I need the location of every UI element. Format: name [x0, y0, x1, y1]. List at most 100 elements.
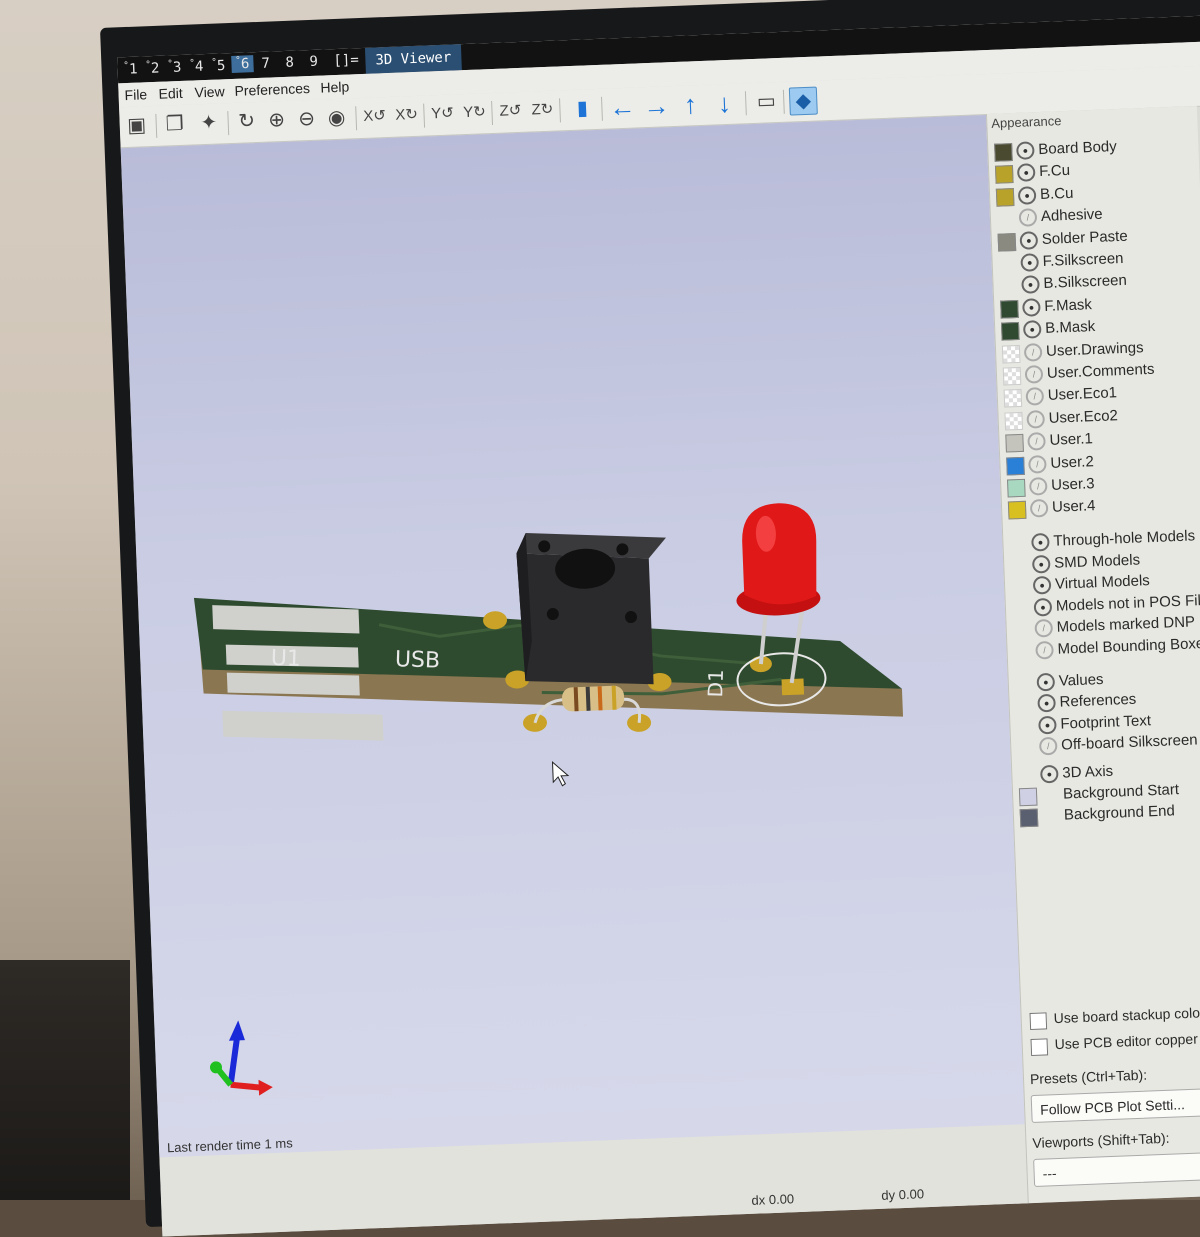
color-swatch[interactable]: [1019, 808, 1039, 828]
eye-hidden-icon[interactable]: /: [1035, 640, 1054, 660]
eye-hidden-icon[interactable]: /: [1026, 409, 1046, 429]
zoom-in-icon[interactable]: ⊕: [263, 107, 290, 134]
workspace-2[interactable]: °2: [145, 60, 159, 77]
workspace-8[interactable]: 8: [285, 55, 294, 71]
workspace-6[interactable]: °6: [231, 55, 254, 73]
menu-file[interactable]: File: [124, 86, 147, 103]
eye-icon[interactable]: ●: [1022, 297, 1041, 317]
eye-icon[interactable]: ●: [1033, 597, 1053, 617]
appearance-row[interactable]: / Model Bounding Boxes: [1013, 635, 1200, 661]
color-swatch[interactable]: [1007, 501, 1027, 520]
appearance-row[interactable]: / User.1: [1005, 430, 1093, 453]
eye-hidden-icon[interactable]: /: [1038, 736, 1058, 756]
workspace-4[interactable]: °4: [189, 58, 203, 75]
use-board-stackup-colors-checkbox[interactable]: [1029, 1012, 1048, 1031]
eye-icon[interactable]: ●: [1040, 764, 1059, 784]
appearance-icon[interactable]: ◆: [788, 86, 818, 116]
appearance-row[interactable]: ● F.Silkscreen: [998, 250, 1124, 274]
appearance-row[interactable]: / Adhesive: [997, 206, 1103, 229]
eye-hidden-icon[interactable]: /: [1023, 342, 1043, 362]
flip-board-icon[interactable]: ▮: [569, 95, 596, 122]
eye-hidden-icon[interactable]: /: [1027, 432, 1046, 451]
color-swatch[interactable]: [995, 187, 1015, 207]
color-swatch[interactable]: [994, 143, 1013, 162]
color-swatch[interactable]: [1002, 366, 1022, 386]
zoom-fit-icon[interactable]: ◉: [323, 104, 350, 131]
rotate-x-cw-icon[interactable]: X↺: [361, 103, 388, 130]
appearance-row[interactable]: ● F.Cu: [994, 162, 1070, 185]
color-swatch[interactable]: [1007, 478, 1026, 498]
color-swatch[interactable]: [1004, 411, 1024, 431]
layout-indicator[interactable]: []=: [333, 52, 359, 69]
copy-icon[interactable]: ❐: [161, 111, 188, 138]
appearance-row[interactable]: ● 3D Axis: [1018, 763, 1113, 785]
appearance-row[interactable]: / Off-board Silkscreen: [1017, 732, 1198, 758]
appearance-row[interactable]: ● B.Cu: [995, 185, 1074, 207]
eye-icon[interactable]: ●: [1031, 554, 1051, 574]
color-swatch[interactable]: [1001, 344, 1021, 364]
eye-hidden-icon[interactable]: /: [1018, 208, 1038, 228]
appearance-row[interactable]: ● Solder Paste: [997, 227, 1128, 252]
color-swatch[interactable]: [1018, 787, 1038, 807]
color-swatch[interactable]: [1006, 456, 1025, 476]
3d-canvas[interactable]: U1 USB D1 Last render time 1 ms: [120, 115, 1025, 1158]
eye-hidden-icon[interactable]: /: [1028, 476, 1048, 496]
appearance-row[interactable]: ● B.Silkscreen: [999, 272, 1127, 296]
eye-icon[interactable]: ●: [1017, 185, 1037, 205]
color-swatch[interactable]: [1003, 389, 1023, 408]
move-right-icon[interactable]: →: [643, 90, 670, 121]
appearance-row[interactable]: ● Through-hole Models: [1009, 527, 1195, 553]
eye-icon[interactable]: ●: [1032, 576, 1052, 595]
workspace-3[interactable]: °3: [167, 59, 181, 76]
appearance-row[interactable]: ● Board Body: [994, 138, 1117, 162]
eye-icon[interactable]: ●: [1020, 253, 1040, 272]
rotate-z-cw-icon[interactable]: Z↺: [497, 98, 524, 125]
viewports-dropdown[interactable]: --- ▼: [1033, 1151, 1200, 1187]
appearance-row[interactable]: ● Virtual Models: [1011, 572, 1150, 597]
appearance-row[interactable]: / User.Drawings: [1001, 339, 1144, 364]
export-icon[interactable]: ▣: [123, 112, 150, 139]
eye-hidden-icon[interactable]: /: [1034, 619, 1054, 638]
appearance-row[interactable]: ● Values: [1014, 671, 1104, 693]
menu-help[interactable]: Help: [320, 78, 349, 95]
eye-hidden-icon[interactable]: /: [1029, 499, 1049, 519]
appearance-row[interactable]: ● F.Mask: [1000, 296, 1092, 319]
rotate-z-ccw-icon[interactable]: Z↻: [529, 97, 556, 124]
eye-icon[interactable]: ●: [1037, 694, 1056, 713]
workspace-9[interactable]: 9: [309, 54, 318, 70]
rotate-y-ccw-icon[interactable]: Y↻: [461, 99, 488, 126]
appearance-row[interactable]: / User.Eco1: [1003, 385, 1117, 408]
appearance-row[interactable]: ● Models not in POS File: [1012, 592, 1200, 618]
rotate-y-cw-icon[interactable]: Y↺: [429, 100, 456, 127]
color-swatch[interactable]: [994, 165, 1014, 185]
appearance-row[interactable]: Background Start: [1018, 781, 1179, 807]
move-left-icon[interactable]: ←: [609, 92, 636, 123]
presets-dropdown[interactable]: Follow PCB Plot Setti... ▼: [1030, 1087, 1200, 1124]
workspace-7[interactable]: 7: [261, 56, 270, 72]
eye-icon[interactable]: ●: [1021, 275, 1040, 295]
ortho-icon[interactable]: ▭: [753, 88, 780, 115]
color-swatch[interactable]: [1000, 322, 1020, 341]
menu-view[interactable]: View: [194, 83, 225, 100]
eye-icon[interactable]: ●: [1036, 672, 1056, 692]
color-swatch[interactable]: [1005, 434, 1024, 453]
eye-icon[interactable]: ●: [1016, 141, 1035, 160]
menu-preferences[interactable]: Preferences: [234, 80, 310, 99]
move-down-icon[interactable]: ↓: [711, 88, 738, 118]
appearance-row[interactable]: / User.Eco2: [1004, 407, 1118, 431]
move-up-icon[interactable]: ↑: [677, 89, 704, 119]
eye-hidden-icon[interactable]: /: [1025, 387, 1045, 407]
eye-icon[interactable]: ●: [1019, 230, 1039, 250]
zoom-out-icon[interactable]: ⊖: [293, 106, 320, 133]
appearance-row[interactable]: ● References: [1015, 691, 1137, 715]
appearance-row[interactable]: / User.Comments: [1002, 361, 1155, 386]
color-swatch[interactable]: [997, 232, 1017, 252]
eye-hidden-icon[interactable]: /: [1024, 365, 1044, 384]
color-swatch[interactable]: [1000, 299, 1019, 319]
eye-icon[interactable]: ●: [1022, 320, 1042, 339]
reload-icon[interactable]: ↻: [233, 108, 260, 135]
menu-edit[interactable]: Edit: [158, 85, 183, 102]
rotate-x-ccw-icon[interactable]: X↻: [393, 102, 420, 129]
appearance-row[interactable]: / Models marked DNP: [1012, 614, 1195, 640]
eye-hidden-icon[interactable]: /: [1028, 454, 1047, 474]
